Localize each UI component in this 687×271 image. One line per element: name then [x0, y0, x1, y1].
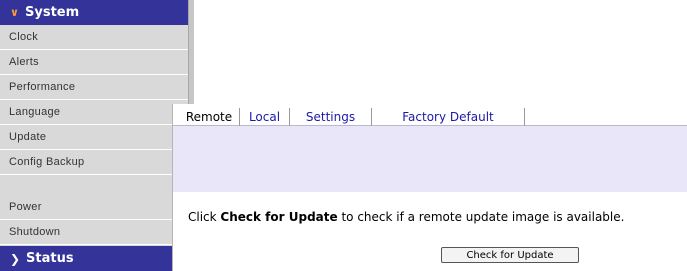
header-band [173, 126, 687, 193]
tab-settings[interactable]: Settings [290, 108, 372, 126]
sidebar-section-status[interactable]: ❯ Status [0, 246, 188, 271]
sidebar-item-label: Shutdown [9, 226, 61, 238]
sidebar-item-label: Alerts [9, 56, 39, 68]
update-panel: Remote Local Settings Factory Default Cl… [172, 104, 687, 271]
sidebar: ∨ System Clock Alerts Performance Langua… [0, 0, 188, 271]
sidebar-item-shutdown[interactable]: Shutdown [0, 220, 188, 245]
sidebar-section-label: Status [26, 251, 74, 266]
update-description: Click Check for Update to check if a rem… [188, 210, 624, 224]
desc-emphasis: Check for Update [220, 210, 338, 224]
tab-label: Factory Default [402, 110, 494, 124]
sidebar-item-alerts[interactable]: Alerts [0, 50, 188, 75]
sidebar-item-label: Config Backup [9, 156, 85, 168]
tab-label: Settings [305, 110, 356, 124]
check-for-update-button[interactable]: Check for Update [441, 247, 579, 263]
sidebar-item-clock[interactable]: Clock [0, 25, 188, 50]
sidebar-item-label: Update [9, 131, 47, 143]
chevron-down-icon: ∨ [10, 6, 19, 19]
tab-factory-default[interactable]: Factory Default [372, 108, 525, 126]
chevron-right-icon: ❯ [10, 251, 21, 266]
sidebar-item-power[interactable]: Power [0, 195, 188, 220]
sidebar-item-label: Language [9, 106, 61, 118]
panel-body: Click Check for Update to check if a rem… [173, 192, 687, 271]
tab-label: Local [248, 110, 281, 124]
tab-remote[interactable]: Remote [179, 108, 240, 126]
sidebar-item-label: Clock [9, 31, 39, 43]
sidebar-item-label: Power [9, 201, 42, 213]
desc-text: Click [188, 210, 221, 224]
tab-local[interactable]: Local [240, 108, 290, 126]
sidebar-item-performance[interactable]: Performance [0, 75, 188, 100]
sidebar-item-label: Performance [9, 81, 76, 93]
sidebar-item-language[interactable]: Language [0, 100, 188, 125]
tab-bar: Remote Local Settings Factory Default [173, 104, 687, 126]
sidebar-section-label: System [25, 5, 80, 20]
sidebar-item-config-backup[interactable]: Config Backup [0, 150, 188, 175]
button-label: Check for Update [466, 249, 554, 261]
tab-label: Remote [185, 110, 233, 124]
desc-text: to check if a remote update image is ava… [337, 210, 625, 224]
sidebar-item-update[interactable]: Update [0, 125, 188, 150]
sidebar-section-system[interactable]: ∨ System [0, 0, 188, 25]
